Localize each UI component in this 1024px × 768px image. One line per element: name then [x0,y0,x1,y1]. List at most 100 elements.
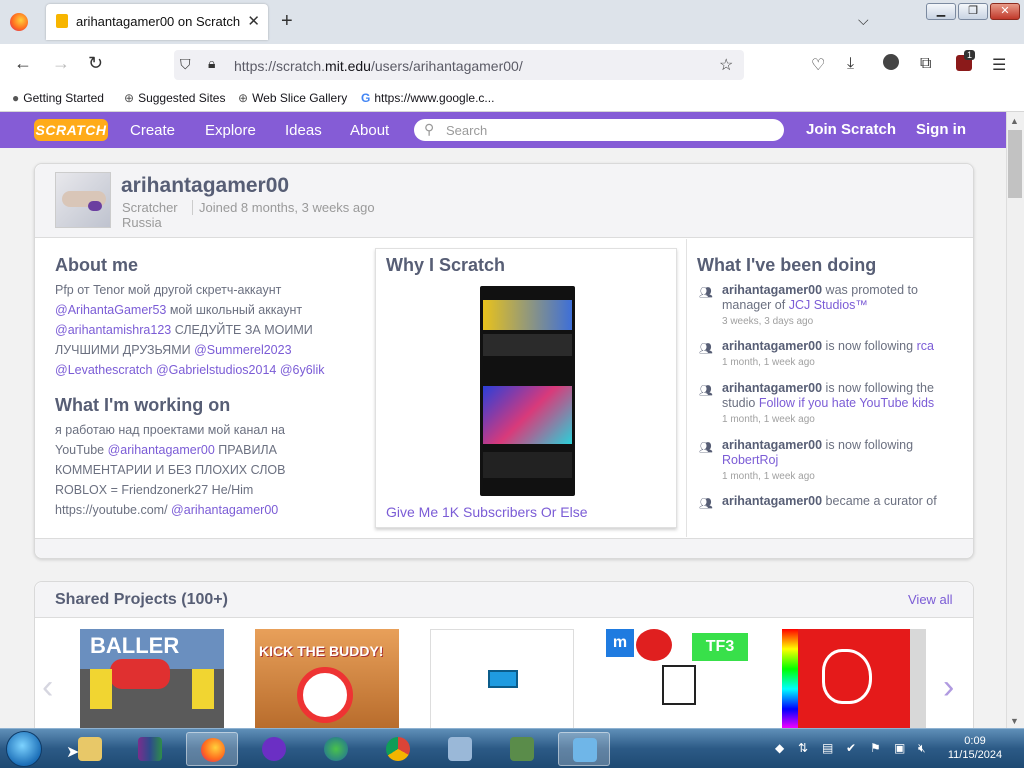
globe-icon: ⊕ [124,91,135,105]
tray-flag-icon[interactable]: ⚑ [870,741,881,755]
taskbar-chrome[interactable] [372,732,424,766]
activity-target-link[interactable]: Follow if you hate YouTube kids [759,396,934,410]
taskbar-remote[interactable] [558,732,610,766]
nav-create[interactable]: Create [130,122,175,139]
sign-in-button[interactable]: Sign in [916,121,966,138]
nav-explore[interactable]: Explore [205,122,256,139]
url-text: https://scratch.mit.edu/users/arihantaga… [234,58,523,74]
bookmark-google[interactable]: Ghttps://www.google.c... [361,91,494,105]
profile-card-footer [35,538,973,558]
about-link-1[interactable]: @ArihantaGamer53 [55,303,166,317]
pocket-icon[interactable]: ♡ [811,55,825,75]
carousel-prev-icon[interactable]: ‹ [42,668,53,707]
project-thumbnail[interactable]: BALLER [80,629,224,729]
search-placeholder: Search [446,123,488,138]
bookmark-star-icon[interactable]: ☆ [719,55,733,75]
back-arrow-icon[interactable]: ← [14,53,32,74]
downloads-icon[interactable]: ⤓ [847,55,854,73]
extensions-icon[interactable]: ⧉ [920,55,931,73]
users-icon: 👥︎ [699,442,713,454]
hamburger-menu-icon[interactable]: ☰ [992,55,1006,75]
scroll-up-arrow-icon[interactable]: ▲ [1010,116,1019,126]
taskbar-app-purple[interactable] [248,732,300,766]
featured-project-link[interactable]: Give Me 1K Subscribers Or Else [386,504,588,520]
taskbar-network[interactable] [434,732,486,766]
about-link-5[interactable]: @Gabrielstudios2014 [156,363,276,377]
shared-projects-title: Shared Projects (100+) [55,591,228,608]
about-me-title: About me [55,255,138,275]
tray-volume-icon[interactable]: 🔇︎ [918,741,926,756]
reload-icon[interactable]: ↻ [88,53,103,74]
account-icon[interactable] [883,54,899,70]
bookmark-suggested-sites[interactable]: ⊕ Suggested Sites [124,91,225,105]
project-thumbnail[interactable] [430,629,574,729]
activity-target-link[interactable]: RobertRoj [722,453,778,467]
activity-user-link[interactable]: arihantagamer00 [722,438,822,452]
featured-project-thumbnail[interactable] [480,286,575,496]
extension-badge: 1 [964,50,976,60]
taskbar-firefox[interactable] [186,732,238,766]
carousel-next-icon[interactable]: › [943,668,954,707]
search-input[interactable]: ⚲ Search [414,119,784,141]
activity-user-link[interactable]: arihantagamer00 [722,339,822,353]
lock-icon[interactable]: 🔒︎ [208,55,215,72]
working-on-title: What I'm working on [55,395,231,415]
nav-ideas[interactable]: Ideas [285,122,322,139]
activity-item: arihantagamer00 is now following rca 1 mo… [722,339,934,368]
firefox-menu-icon[interactable] [10,13,28,31]
about-link-6[interactable]: @6y6lik [280,363,325,377]
project-thumbnail[interactable] [782,629,926,729]
why-scratch-title: Why I Scratch [386,255,506,275]
activity-user-link[interactable]: arihantagamer00 [722,283,822,297]
scratch-logo[interactable]: SCRATCH [34,119,108,141]
taskbar-explorer[interactable] [64,732,116,766]
tray-monitor-icon[interactable]: ▣ [894,741,905,755]
new-tab-button[interactable]: + [281,10,293,33]
tray-shield-icon[interactable]: ✔ [846,741,856,755]
activity-target-link[interactable]: rca [917,339,934,353]
about-link-4[interactable]: @Levathescratch [55,363,152,377]
remote-desktop-icon [573,738,597,762]
window-close-button[interactable]: ✕ [990,3,1020,20]
project-thumbnail[interactable]: m TF3 [606,629,750,729]
tray-arrow-icon[interactable]: ◆ [775,741,784,755]
join-scratch-button[interactable]: Join Scratch [806,121,896,138]
activity-title: What I've been doing [697,255,877,275]
column-divider [686,239,687,537]
globe-icon: ⊕ [238,91,249,105]
working-link-2[interactable]: @arihantagamer00 [171,503,278,517]
bookmark-getting-started[interactable]: ● Getting Started [12,91,104,105]
users-icon: 👥︎ [699,343,713,355]
activity-target-link[interactable]: JCJ Studios™ [789,298,868,312]
project-thumbnail[interactable]: KICK THE BUDDY! [255,629,399,729]
windows-start-button[interactable] [6,731,42,767]
shield-icon[interactable]: ⛉ [180,56,191,73]
scroll-down-arrow-icon[interactable]: ▼ [1010,716,1019,726]
taskbar-clock[interactable]: 0:09 11/15/2024 [942,734,1008,762]
users-icon: 👥︎ [699,498,713,510]
taskbar-app[interactable] [496,732,548,766]
bookmark-web-slice-gallery[interactable]: ⊕ Web Slice Gallery [238,91,347,105]
computer-icon [448,737,472,761]
nav-about[interactable]: About [350,122,389,139]
activity-user-link[interactable]: arihantagamer00 [722,381,822,395]
window-minimize-button[interactable]: ▁ [926,3,956,20]
page-scrollbar[interactable] [1006,112,1024,728]
browser-tab-active[interactable]: arihantagamer00 on Scratch ✕ [46,4,268,40]
taskbar-winrar[interactable] [124,732,176,766]
about-link-2[interactable]: @arihantamishra123 [55,323,171,337]
view-all-link[interactable]: View all [908,592,953,607]
google-icon: G [361,91,371,105]
tab-list-chevron-icon[interactable]: ⌵ [858,12,869,29]
tray-network-icon[interactable]: ⇅ [798,741,808,755]
close-tab-icon[interactable]: ✕ [247,12,260,30]
window-maximize-button[interactable]: ❐ [958,3,988,20]
activity-user-link[interactable]: arihantagamer00 [722,494,822,508]
working-link-1[interactable]: @arihantagamer00 [108,443,215,457]
profile-joined: Joined 8 months, 3 weeks ago [192,200,375,215]
scrollbar-thumb[interactable] [1008,130,1022,198]
about-link-3[interactable]: @Summerel2023 [194,343,291,357]
tray-document-icon[interactable]: ▤ [822,741,833,755]
forward-arrow-icon[interactable]: → [52,53,70,74]
taskbar-download-manager[interactable] [310,732,362,766]
